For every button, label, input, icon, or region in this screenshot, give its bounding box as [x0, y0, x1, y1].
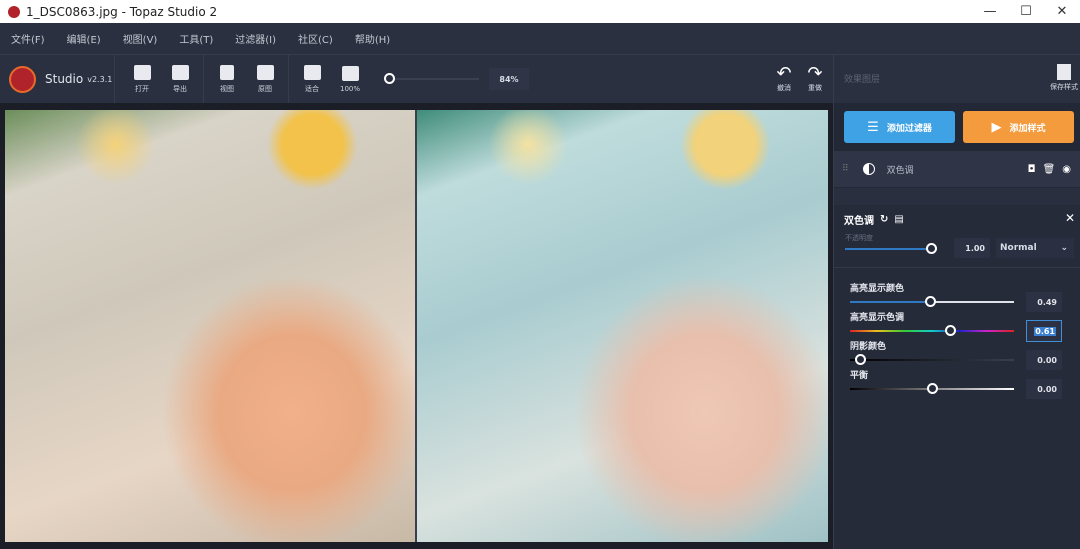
highlight-hue-label: 高亮显示色调	[850, 313, 905, 323]
app-logo-icon	[8, 5, 20, 18]
style-icon: ▶	[991, 119, 1002, 135]
add-style-label: 添加样式	[1009, 123, 1046, 134]
open-label: 打开	[135, 84, 149, 93]
zoom-100-label: 100%	[339, 84, 360, 93]
view-label: 视图	[220, 84, 234, 93]
redo-button[interactable]: ↷ 重做	[803, 55, 827, 93]
save-icon[interactable]: ▤	[894, 214, 903, 225]
folder-icon	[133, 64, 151, 80]
fit-label: 适合	[305, 84, 319, 93]
opacity-value[interactable]: 1.00	[954, 238, 990, 258]
close-button[interactable]: ✕	[1044, 0, 1080, 23]
zoom-100-button[interactable]: 100%	[331, 65, 369, 93]
save-style-button[interactable]: 保存样式	[1050, 64, 1078, 92]
menu-bar: 文件(F) 编辑(E) 视图(V) 工具(T) 过滤器(I) 社区(C) 帮助(…	[0, 23, 1080, 55]
title-bar: 1_DSC0863.jpg - Topaz Studio 2 — ☐ ✕	[0, 0, 1080, 23]
menu-tools[interactable]: 工具(T)	[179, 31, 213, 46]
highlight-hue-handle[interactable]	[945, 325, 957, 336]
mask-icon[interactable]: ◘	[1028, 164, 1036, 175]
effects-panel: ☰ 添加过滤器 ▶ 添加样式 ⠿ 双色调 ◘ 🗑 ◉ 双色调 ↻ ▤ ✕ 不透明度 1.00…	[833, 103, 1080, 549]
menu-community[interactable]: 社区(C)	[298, 31, 333, 46]
redo-icon: ↷	[807, 63, 823, 84]
original-button[interactable]: 原图	[246, 64, 284, 94]
layer-name: 双色调	[886, 165, 914, 176]
undo-label: 撤消	[777, 84, 791, 92]
add-filter-label: 添加过滤器	[886, 123, 932, 134]
window-title: 1_DSC0863.jpg - Topaz Studio 2	[26, 4, 218, 19]
shadow-color-slider[interactable]	[850, 354, 1014, 365]
brand-version: v2.3.1	[87, 74, 113, 84]
reset-icon[interactable]: ↻	[880, 214, 888, 225]
layer-item-hidden	[834, 188, 1080, 205]
menu-file[interactable]: 文件(F)	[11, 31, 45, 46]
menu-view[interactable]: 视图(V)	[123, 31, 158, 46]
balance-handle[interactable]	[927, 383, 938, 394]
processed-image	[417, 110, 828, 542]
toolbar: Studio v2.3.1 打开 导出 视图 原图 适合 100% 84% ↶ 撤消…	[0, 55, 833, 103]
menu-filters[interactable]: 过滤器(I)	[235, 31, 276, 46]
menu-help[interactable]: 帮助(H)	[355, 31, 390, 46]
filter-settings: 双色调 ↻ ▤ ✕ 不透明度 1.00 Normal ⌄ 高亮显示颜色 0.49 高亮…	[834, 205, 1080, 549]
panel-title: 效果图层	[844, 75, 881, 85]
duotone-icon	[862, 163, 875, 175]
filter-title: 双色调	[844, 216, 874, 227]
blend-mode-select[interactable]: Normal ⌄	[996, 238, 1074, 258]
balance-label: 平衡	[850, 371, 869, 381]
shadow-color-handle[interactable]	[854, 354, 866, 365]
drag-handle-icon[interactable]: ⠿	[842, 164, 849, 174]
add-style-button[interactable]: ▶ 添加样式	[963, 111, 1074, 143]
zoom-slider-handle[interactable]	[384, 73, 395, 84]
opacity-label: 不透明度	[845, 234, 873, 242]
original-label: 原图	[258, 84, 272, 93]
original-image	[5, 110, 415, 542]
zoom-value[interactable]: 84%	[489, 68, 529, 90]
highlight-color-label: 高亮显示颜色	[850, 284, 905, 294]
open-button[interactable]: 打开	[123, 64, 161, 94]
layer-item[interactable]: ⠿ 双色调 ◘ 🗑 ◉	[834, 151, 1080, 187]
undo-icon: ↶	[776, 63, 792, 84]
highlight-hue-value[interactable]: 0.61	[1026, 320, 1062, 342]
export-icon	[171, 64, 189, 80]
redo-label: 重做	[808, 84, 822, 92]
shadow-color-value[interactable]: 0.00	[1026, 350, 1062, 370]
fit-icon	[303, 64, 321, 80]
fit-button[interactable]: 适合	[293, 64, 331, 94]
close-filter-icon[interactable]: ✕	[1065, 211, 1075, 225]
view-button[interactable]: 视图	[208, 64, 246, 94]
balance-value[interactable]: 0.00	[1026, 379, 1062, 399]
add-filter-button[interactable]: ☰ 添加过滤器	[844, 111, 955, 143]
menu-edit[interactable]: 编辑(E)	[67, 31, 101, 46]
highlight-color-slider[interactable]	[850, 296, 1014, 307]
canvas[interactable]	[0, 103, 833, 549]
eye-icon[interactable]: ◉	[1062, 164, 1071, 175]
panel-header: 效果图层 保存样式	[833, 55, 1080, 103]
save-style-label: 保存样式	[1050, 83, 1078, 91]
undo-button[interactable]: ↶ 撤消	[772, 55, 796, 93]
highlight-hue-slider[interactable]	[850, 325, 1014, 336]
minimize-button[interactable]: —	[972, 0, 1008, 23]
sliders-icon: ☰	[867, 119, 879, 135]
maximize-button[interactable]: ☐	[1008, 0, 1044, 23]
export-label: 导出	[173, 84, 187, 93]
shadow-color-label: 阴影颜色	[850, 342, 887, 352]
highlight-hue-text: 0.61	[1034, 326, 1056, 336]
highlight-color-value[interactable]: 0.49	[1026, 292, 1062, 312]
image-icon	[256, 64, 274, 80]
brand-name: Studio	[45, 72, 84, 86]
blend-mode-value: Normal	[1000, 243, 1037, 253]
zoom-slider[interactable]	[384, 73, 479, 84]
grid-icon	[1057, 64, 1071, 80]
balance-slider[interactable]	[850, 383, 1014, 394]
fullscreen-icon	[341, 65, 359, 81]
chevron-down-icon: ⌄	[1060, 243, 1068, 253]
highlight-color-handle[interactable]	[925, 296, 937, 307]
opacity-handle[interactable]	[926, 243, 937, 254]
export-button[interactable]: 导出	[161, 64, 199, 94]
split-view-icon	[220, 64, 234, 80]
studio-logo-icon	[9, 65, 36, 93]
opacity-slider[interactable]	[845, 243, 937, 254]
trash-icon[interactable]: 🗑	[1043, 164, 1056, 175]
